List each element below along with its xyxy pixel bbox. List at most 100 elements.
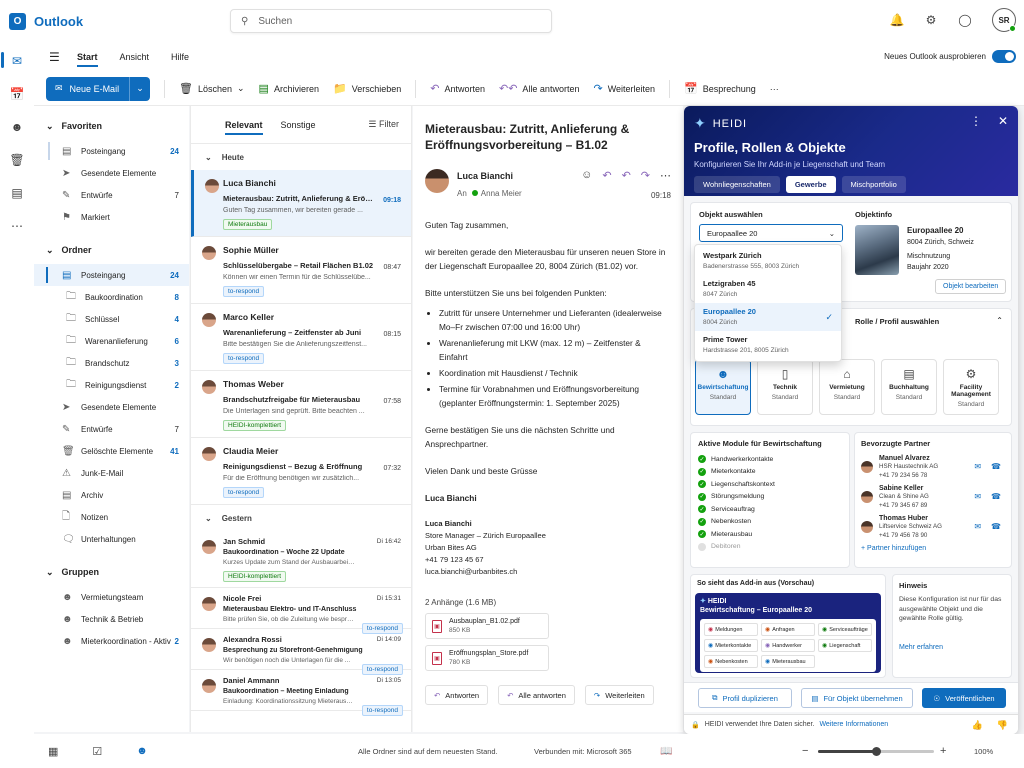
groups-section[interactable]: ⌄ Gruppen — [34, 558, 189, 586]
group-header[interactable]: ⌄ Gestern — [191, 505, 411, 531]
phone-icon[interactable]: ☎ — [991, 522, 1001, 531]
object-select[interactable]: Europaallee 20 ⌄ — [699, 224, 843, 242]
group-item[interactable]: ☻ Technik & Betrieb — [34, 608, 189, 630]
tab-gewerbe[interactable]: Gewerbe — [785, 176, 836, 193]
list-item[interactable]: Alexandra Rossi Besprechung zu Storefront… — [191, 629, 411, 675]
reading-view-icon[interactable]: 📖 — [660, 746, 672, 757]
folders-section[interactable]: ⌄ Ordner — [34, 236, 189, 264]
chevron-down-icon[interactable]: ⌄ — [130, 83, 150, 94]
emoji-icon[interactable]: ☺ — [581, 169, 592, 182]
favorites-section[interactable]: ⌄ Favoriten — [34, 112, 189, 140]
more-vertical-icon[interactable]: ⋮ — [970, 114, 982, 128]
tab-relevant[interactable]: Relevant — [225, 120, 263, 135]
folder-favorite[interactable]: ➤ Gesendete Elemente — [34, 162, 189, 184]
tasks-icon[interactable]: ☑ — [92, 745, 102, 758]
subfolder[interactable]: 🗀 Reinigungsdienst 2 — [34, 374, 189, 396]
list-item[interactable]: Claudia Meier Reinigungsdienst – Bezug & … — [191, 438, 411, 505]
meeting-button[interactable]: 📅 Besprechung — [684, 82, 756, 95]
duplicate-profile-button[interactable]: ⧉ Profil duplizieren — [698, 688, 792, 708]
group-item[interactable]: ☻ Mieterkoordination - Aktiv 2 — [34, 630, 189, 652]
folder-inbox[interactable]: ▤ Posteingang 24 — [34, 264, 189, 286]
role-technik[interactable]: ▯ Technik Standard — [757, 359, 813, 415]
subfolder[interactable]: 🗀 Schlüssel 4 — [34, 308, 189, 330]
add-partner-link[interactable]: + Partner hinzufügen — [861, 545, 1005, 552]
publish-button[interactable]: ☉ Veröffentlichen — [922, 688, 1006, 708]
filter-button[interactable]: ☰ Filter — [368, 119, 399, 130]
dropdown-option[interactable]: Prime Tower Hardstrasse 201, 8005 Zürich — [695, 331, 841, 359]
zoom-out-icon[interactable]: − — [802, 745, 808, 757]
folder-favorite[interactable]: ▤ Posteingang 24 — [34, 140, 189, 162]
subfolder[interactable]: 🗀 Warenanlieferung 6 — [34, 330, 189, 352]
folder-item[interactable]: ⚠ Junk-E-Mail — [34, 462, 189, 484]
more-info-link[interactable]: Weitere Informationen — [819, 721, 888, 728]
reply-button[interactable]: ↶ Antworten — [425, 685, 489, 705]
new-mail-button[interactable]: ✉ Neue E-Mail ⌄ — [46, 76, 150, 101]
reply-all-button[interactable]: ↶ Alle antworten — [498, 685, 575, 705]
calendar-icon[interactable]: 📅 — [10, 87, 25, 101]
dropdown-option[interactable]: Europaallee 20 8004 Zürich ✓ — [695, 303, 841, 331]
list-item[interactable]: Luca Bianchi Mieterausbau: Zutritt, Anlie… — [191, 170, 411, 237]
sender-name[interactable]: Luca Bianchi — [457, 171, 522, 181]
role-buchhaltung[interactable]: ▤ Buchhaltung Standard — [881, 359, 937, 415]
dropdown-option[interactable]: Letzigraben 45 8047 Zürich — [695, 275, 841, 303]
role-bewirtschaftung[interactable]: ☻ Bewirtschaftung Standard — [695, 359, 751, 415]
partner-item[interactable]: Thomas Huber Liftservice Schweiz AG +41 79… — [861, 512, 1005, 542]
folder-item[interactable]: 🗋 Notizen — [34, 506, 189, 528]
edit-object-button[interactable]: Objekt bearbeiten — [935, 279, 1007, 294]
folder-favorite[interactable]: ⚑ Markiert — [34, 206, 189, 228]
forward-button[interactable]: ↷ Weiterleiten — [584, 685, 654, 705]
people-icon[interactable]: ☻ — [11, 120, 24, 134]
mail-icon[interactable]: ✉ — [974, 522, 981, 531]
phone-icon[interactable]: ☎ — [991, 492, 1001, 501]
tab-mischportfolio[interactable]: Mischportfolio — [841, 176, 906, 193]
forward-button[interactable]: ↷ Weiterleiten — [593, 82, 655, 95]
list-item[interactable]: Daniel Ammann Baukoordination – Meeting E… — [191, 670, 411, 716]
group-item[interactable]: ☻ Vermietungsteam — [34, 586, 189, 608]
lightbulb-icon[interactable]: ◯ — [958, 13, 972, 27]
thumbs-down-icon[interactable]: 👎 — [997, 720, 1008, 731]
attachment[interactable]: ▣ Eröffnungsplan_Store.pdf 780 KB — [425, 645, 549, 671]
more-icon[interactable]: ⋯ — [660, 169, 671, 182]
recipient-name[interactable]: Anna Meier — [481, 189, 522, 198]
list-item[interactable]: Marco Keller Warenanlieferung – Zeitfenst… — [191, 304, 411, 371]
apply-to-object-button[interactable]: ▤ Für Objekt übernehmen — [801, 688, 913, 708]
list-item[interactable]: Nicole Frei Mieterausbau Elektro- und IT-… — [191, 588, 411, 634]
phone-icon[interactable]: ☎ — [991, 462, 1001, 471]
close-icon[interactable]: ✕ — [998, 114, 1008, 128]
folder-item[interactable]: ➤ Gesendete Elemente — [34, 396, 189, 418]
folder-item[interactable]: ▤ Archiv — [34, 484, 189, 506]
tab-sonstige[interactable]: Sonstige — [281, 120, 316, 130]
list-item[interactable]: Jan Schmid Baukoordination – Woche 22 Upd… — [191, 531, 411, 588]
more-button[interactable]: ··· — [770, 84, 779, 94]
avatar[interactable] — [425, 169, 449, 193]
folder-item[interactable]: 🗨 Unterhaltungen — [34, 528, 189, 550]
attachment[interactable]: ▣ Ausbauplan_B1.02.pdf 850 KB — [425, 613, 549, 639]
archive-button[interactable]: ▤ Archivieren — [259, 82, 319, 95]
mail-icon[interactable]: ✉ — [974, 492, 981, 501]
search-input[interactable]: ⚲ Suchen — [230, 9, 552, 33]
forward-icon[interactable]: ↷ — [641, 169, 650, 182]
subfolder[interactable]: 🗀 Brandschutz 3 — [34, 352, 189, 374]
tab-wohnliegenschaften[interactable]: Wohnliegenschaften — [694, 176, 780, 193]
list-item[interactable]: Thomas Weber Brandschutzfreigabe für Miet… — [191, 371, 411, 438]
app-logo[interactable]: O Outlook — [0, 12, 230, 30]
role-vermietung[interactable]: ⌂ Vermietung Standard — [819, 359, 875, 415]
move-button[interactable]: 📁 Verschieben — [333, 82, 401, 95]
archive-icon[interactable]: ▤ — [11, 186, 22, 200]
thumbs-up-icon[interactable]: 👍 — [972, 720, 983, 731]
reply-button[interactable]: ↶ Antworten — [430, 82, 485, 95]
folder-item[interactable]: 🗑 Gelöschte Elemente 41 — [34, 440, 189, 462]
trash-icon[interactable]: 🗑 — [9, 153, 24, 167]
folder-item[interactable]: ✎ Entwürfe 7 — [34, 418, 189, 440]
dropdown-option[interactable]: Westpark Zürich Badenerstrasse 555, 8003 … — [695, 247, 841, 275]
bell-icon[interactable]: 🔔 — [890, 13, 905, 27]
hamburger-icon[interactable]: ☰ — [49, 50, 63, 64]
reply-icon[interactable]: ↶ — [602, 169, 611, 182]
sig-line[interactable]: luca.bianchi@urbanbites.ch — [425, 566, 671, 578]
tab-ansicht[interactable]: Ansicht — [120, 52, 150, 62]
subfolder[interactable]: 🗀 Baukoordination 8 — [34, 286, 189, 308]
zoom-in-icon[interactable]: + — [940, 745, 946, 757]
tab-hilfe[interactable]: Hilfe — [171, 52, 189, 62]
tab-start[interactable]: Start — [77, 52, 98, 67]
apps-icon[interactable]: ▦ — [48, 745, 58, 758]
